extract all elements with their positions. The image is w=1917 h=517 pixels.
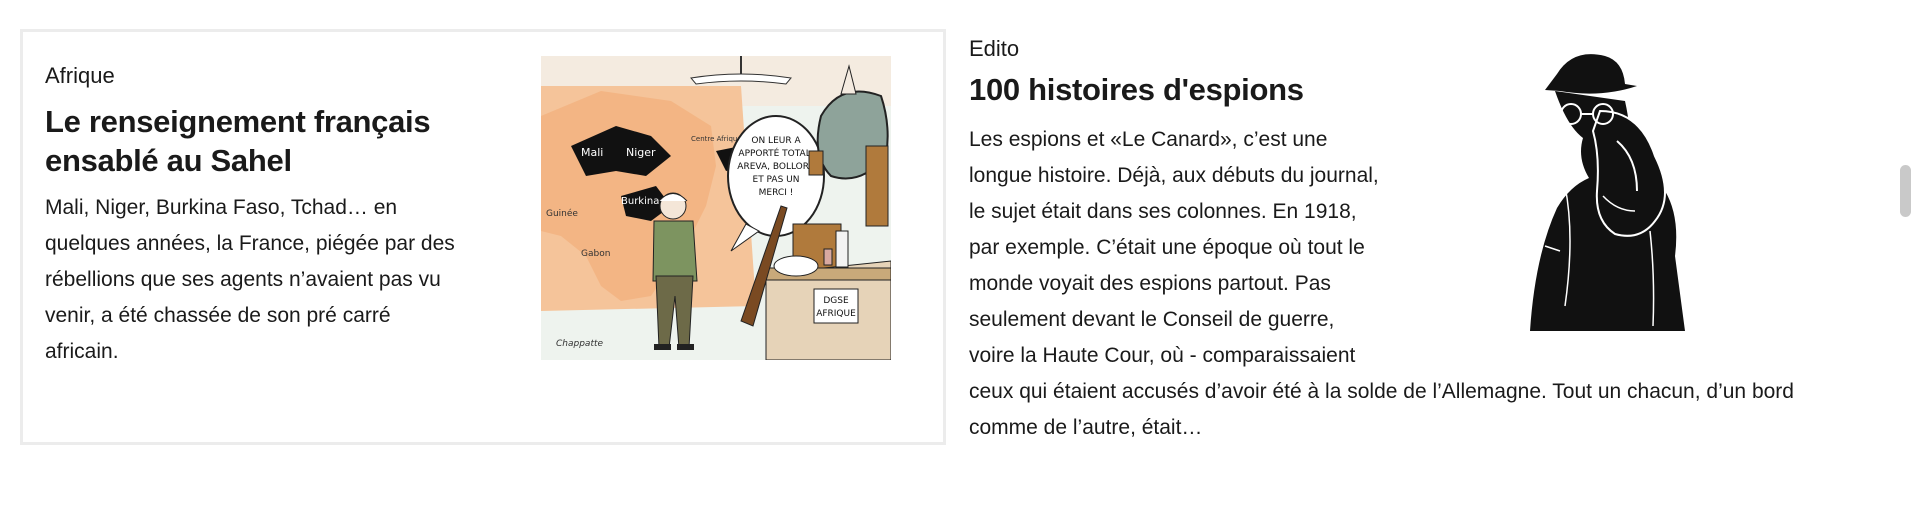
- svg-text:Mali: Mali: [581, 146, 603, 159]
- article-title[interactable]: Le renseignement français ensablé au Sah…: [45, 102, 445, 180]
- svg-text:Gabon: Gabon: [581, 249, 610, 259]
- edito-rubric[interactable]: Edito: [969, 36, 1019, 62]
- article-excerpt: Mali, Niger, Burkina Faso, Tchad… en que…: [45, 196, 455, 363]
- svg-text:ET PAS UN: ET PAS UN: [753, 175, 800, 185]
- svg-text:DGSE: DGSE: [823, 296, 849, 306]
- spy-illustration[interactable]: [1505, 46, 1685, 331]
- svg-text:AFRIQUE: AFRIQUE: [816, 309, 856, 319]
- svg-text:Chappatte: Chappatte: [556, 339, 604, 349]
- edito-title[interactable]: 100 histoires d'espions: [969, 72, 1304, 108]
- svg-text:ON LEUR A: ON LEUR A: [751, 136, 801, 146]
- svg-text:Centre Afrique: Centre Afrique: [691, 135, 742, 143]
- svg-text:Guinée: Guinée: [546, 208, 578, 219]
- svg-text:AREVA, BOLLORÉ: AREVA, BOLLORÉ: [737, 160, 815, 172]
- edito-article[interactable]: Edito 100 histoires d'espions Les espion…: [969, 30, 1839, 450]
- article-card-sahel[interactable]: Afrique Le renseignement français ensabl…: [20, 29, 946, 445]
- page-scrollbar[interactable]: [1900, 165, 1911, 217]
- edito-excerpt: Les espions et «Le Canard», c’est une lo…: [969, 122, 1829, 446]
- svg-text:Burkina: Burkina: [621, 196, 659, 207]
- article-rubric[interactable]: Afrique: [45, 63, 115, 89]
- svg-text:Niger: Niger: [626, 146, 656, 159]
- svg-text:APPORTÉ TOTAL,: APPORTÉ TOTAL,: [738, 147, 813, 159]
- svg-text:MERCI !: MERCI !: [759, 188, 794, 198]
- article-cartoon-image[interactable]: Mali Niger Burkina Guinée Gabon Centre A…: [541, 56, 891, 360]
